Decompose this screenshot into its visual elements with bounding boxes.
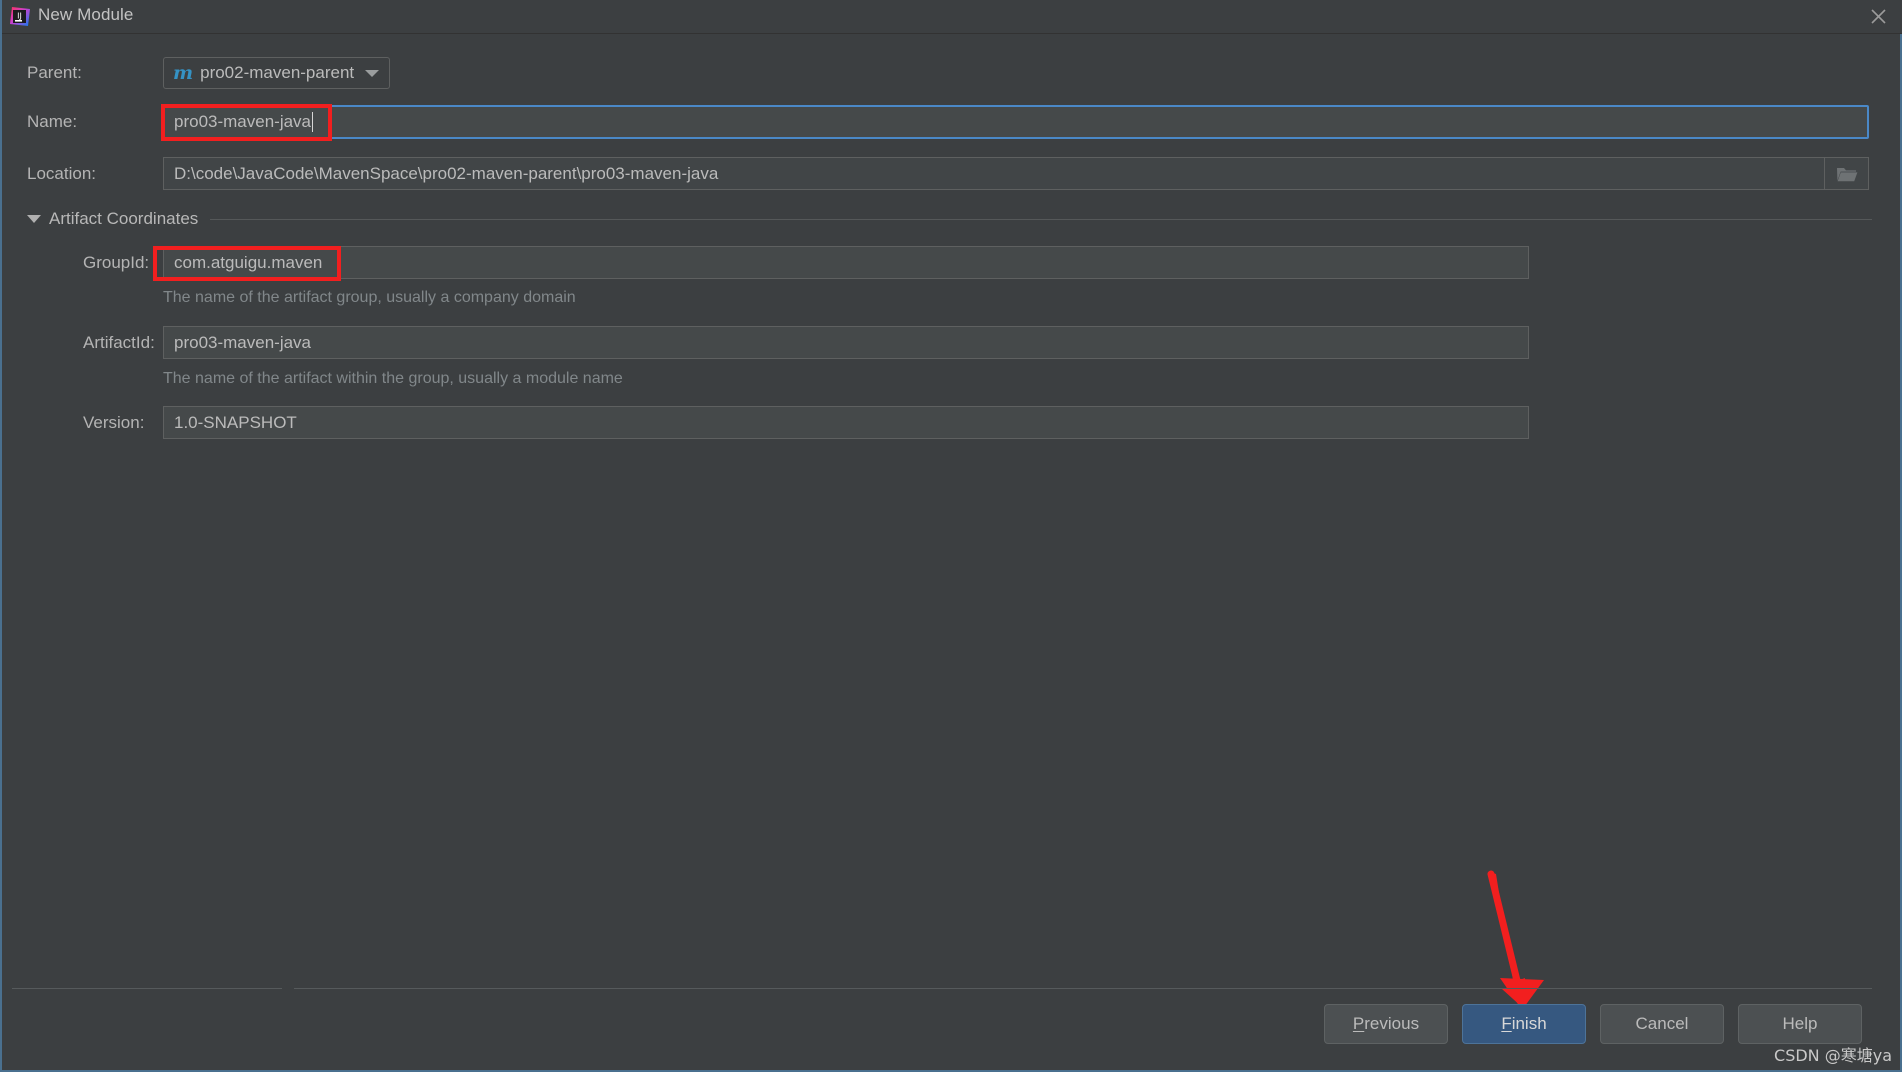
maven-icon: m: [173, 61, 194, 84]
name-value: pro03-maven-java: [174, 112, 312, 131]
version-value: 1.0-SNAPSHOT: [174, 412, 297, 432]
groupid-hint: The name of the artifact group, usually …: [163, 289, 576, 306]
finish-mnemonic: F: [1501, 1014, 1512, 1033]
name-label: Name:: [27, 112, 78, 131]
location-input[interactable]: D:\code\JavaCode\MavenSpace\pro02-maven-…: [163, 157, 1869, 190]
artifactid-hint: The name of the artifact within the grou…: [163, 370, 623, 387]
previous-button[interactable]: Previous: [1324, 1004, 1448, 1044]
finish-label: inish: [1511, 1014, 1547, 1033]
section-divider: [210, 218, 1872, 220]
version-input[interactable]: 1.0-SNAPSHOT: [163, 406, 1529, 439]
footer-divider-left: [12, 988, 282, 989]
triangle-down-icon: [27, 215, 41, 223]
artifactid-input[interactable]: pro03-maven-java: [163, 326, 1529, 359]
window-title: New Module: [38, 5, 134, 24]
location-value: D:\code\JavaCode\MavenSpace\pro02-maven-…: [174, 163, 719, 183]
artifact-coordinates-section-header[interactable]: Artifact Coordinates: [27, 208, 1872, 230]
artifact-coordinates-label: Artifact Coordinates: [49, 209, 199, 228]
new-module-dialog: IJ New Module Parent: m pro02-maven-pare…: [0, 0, 1902, 1072]
finish-button[interactable]: Finish: [1462, 1004, 1586, 1044]
help-button[interactable]: Help: [1738, 1004, 1862, 1044]
footer-divider-right: [294, 988, 1872, 989]
close-icon[interactable]: [1852, 0, 1902, 33]
previous-label: revious: [1364, 1014, 1420, 1033]
artifactid-label: ArtifactId:: [83, 333, 155, 352]
name-input[interactable]: pro03-maven-java: [163, 105, 1869, 139]
cancel-label: Cancel: [1635, 1014, 1689, 1033]
watermark: CSDN @寒塘ya: [1774, 1046, 1892, 1065]
groupid-label: GroupId:: [83, 253, 150, 272]
svg-text:IJ: IJ: [17, 12, 22, 21]
chevron-down-icon: [365, 70, 379, 77]
title-bar: IJ New Module: [2, 0, 1902, 34]
location-label: Location:: [27, 164, 96, 183]
parent-value: pro02-maven-parent: [200, 63, 355, 82]
parent-label: Parent:: [27, 63, 82, 82]
artifactid-value: pro03-maven-java: [174, 332, 312, 352]
parent-dropdown[interactable]: m pro02-maven-parent: [163, 57, 390, 89]
cancel-button[interactable]: Cancel: [1600, 1004, 1724, 1044]
folder-icon[interactable]: [1824, 157, 1869, 190]
intellij-idea-icon: IJ: [9, 6, 31, 28]
groupid-value: com.atguigu.maven: [174, 252, 323, 272]
help-label: Help: [1782, 1014, 1818, 1033]
groupid-input[interactable]: com.atguigu.maven: [163, 246, 1529, 279]
version-label: Version:: [83, 413, 145, 432]
previous-mnemonic: P: [1352, 1014, 1365, 1033]
text-caret: [312, 112, 314, 132]
